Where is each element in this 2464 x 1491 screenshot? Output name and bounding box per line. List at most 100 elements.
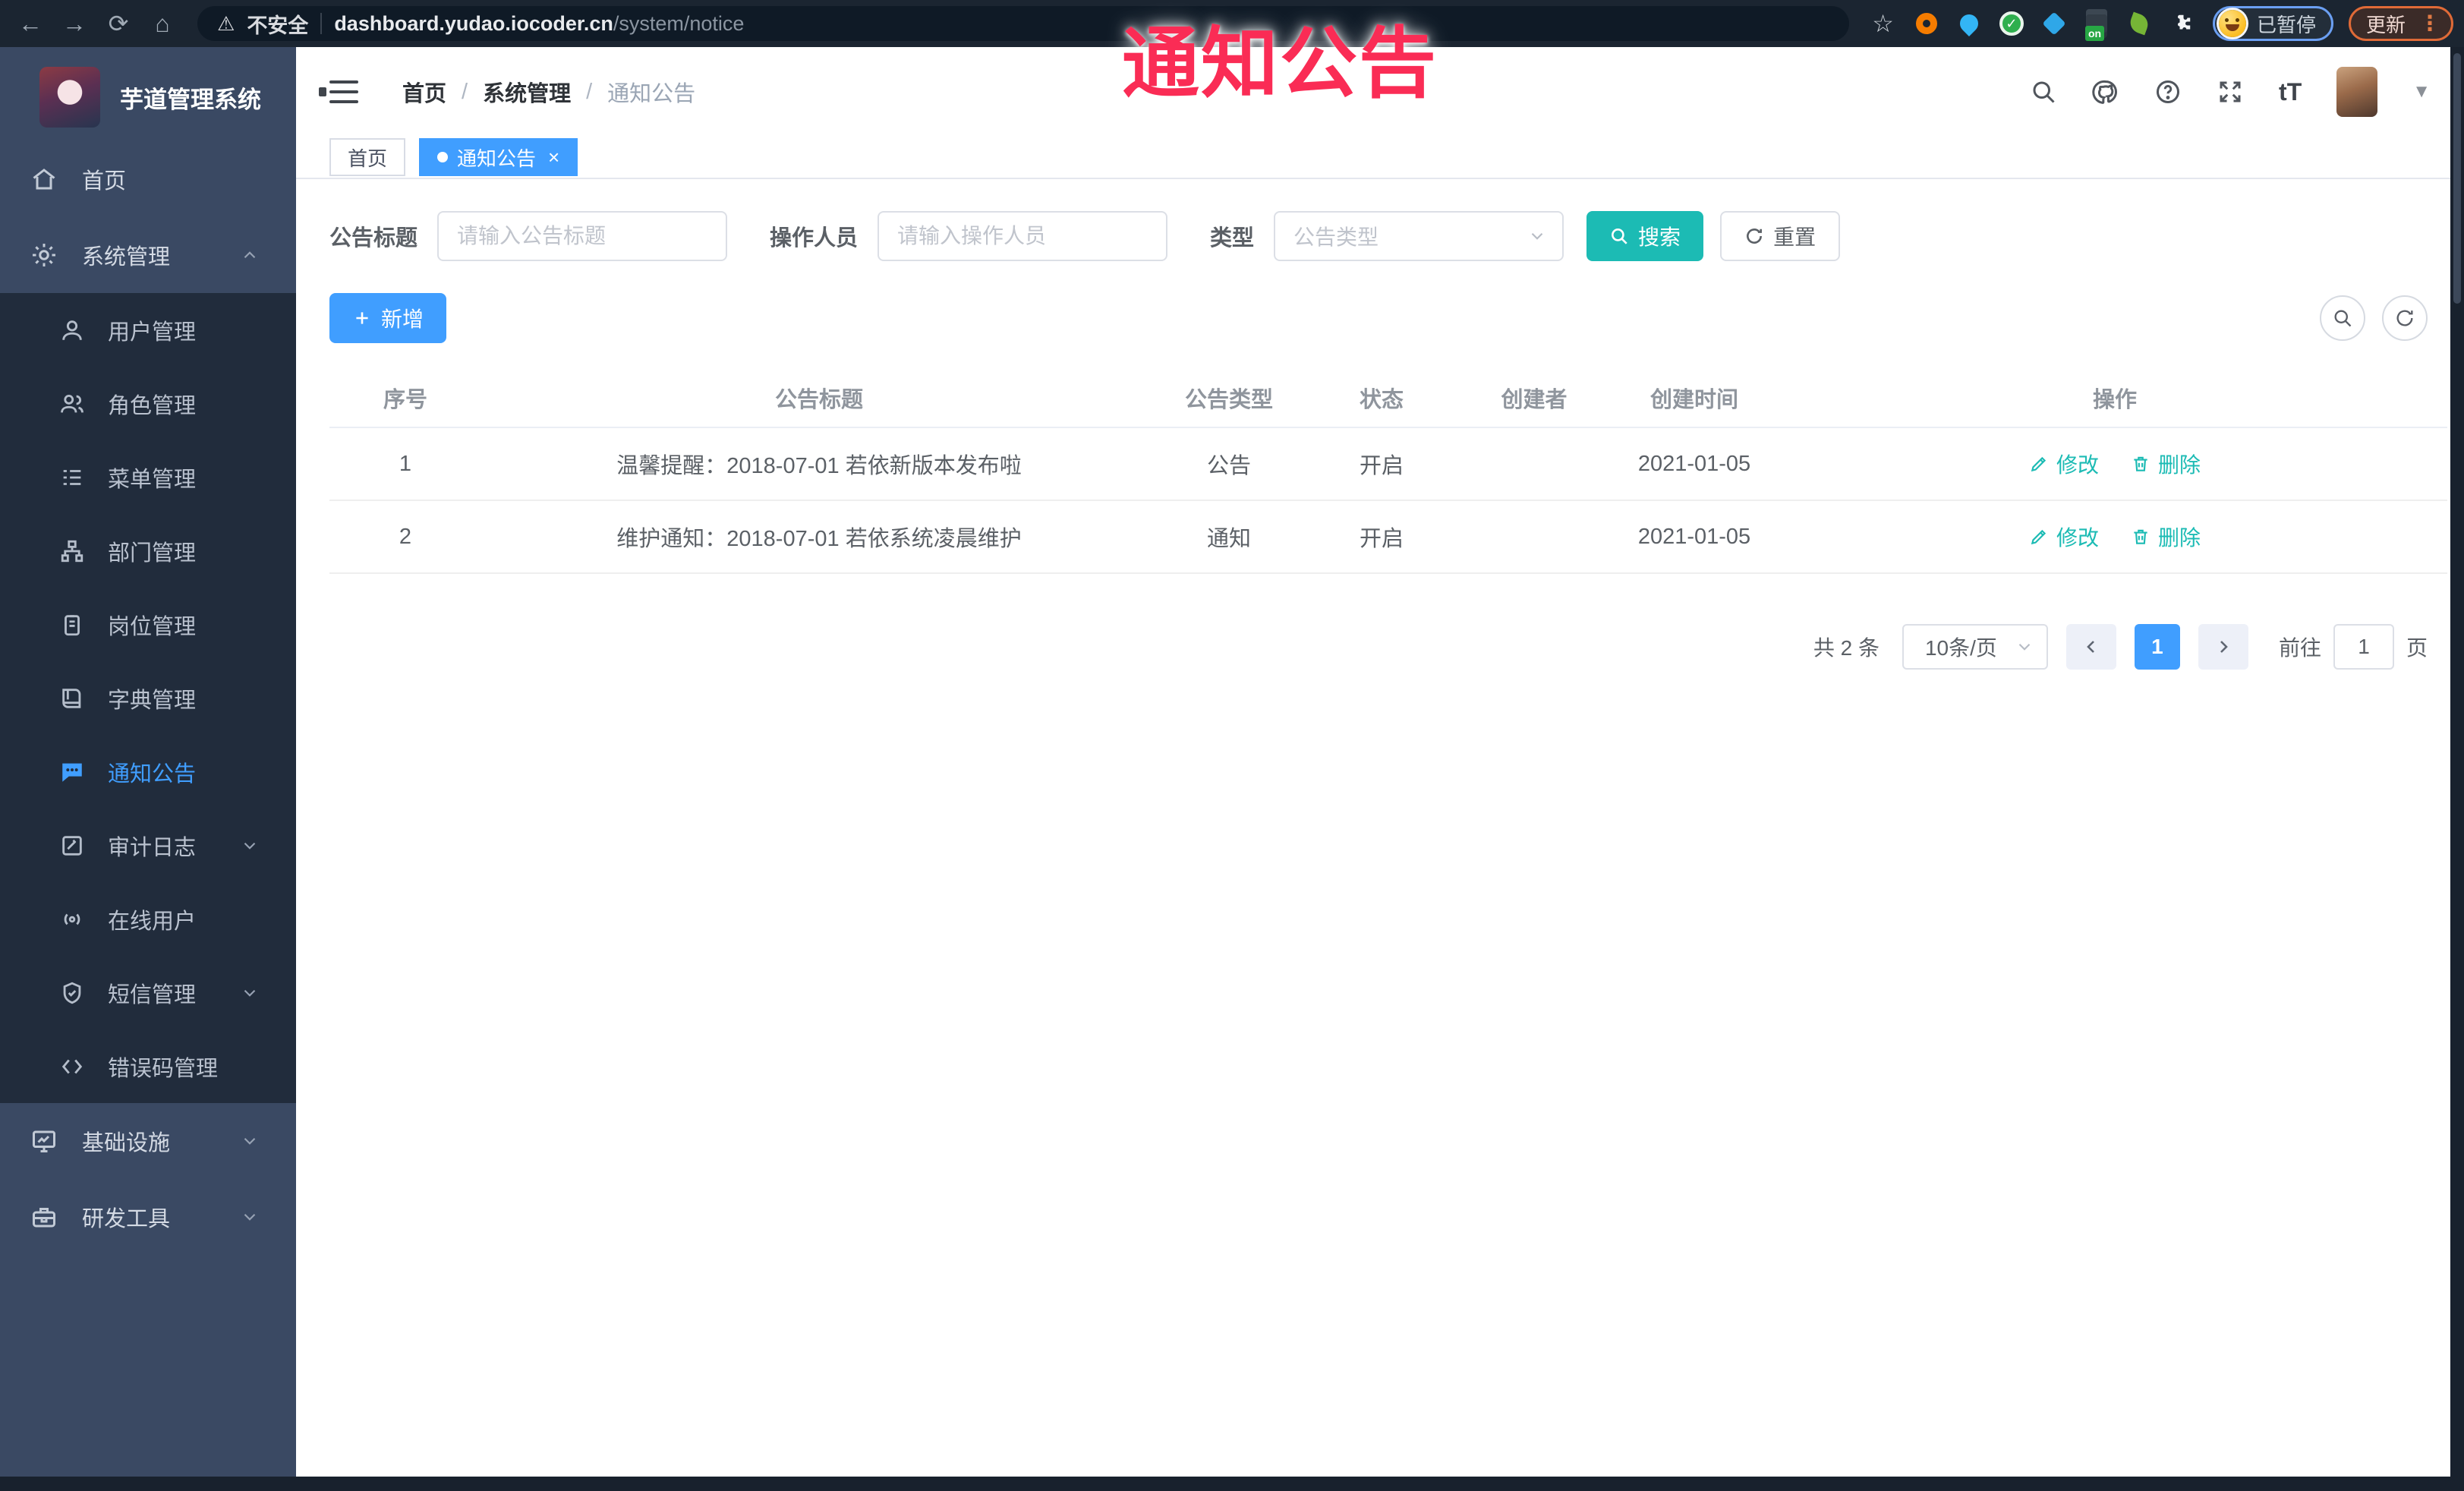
- system-submenu: 用户管理 角色管理 菜单管理 部门管理 岗位管理 字典管理 通知公告 审计日志 …: [0, 293, 296, 1103]
- book-icon: [62, 688, 81, 708]
- scrollbar-thumb[interactable]: [2453, 53, 2461, 304]
- browser-extensions: ✓ on: [1914, 11, 2195, 41]
- col-header-time: 创建时间: [1649, 388, 1738, 412]
- refresh-icon: [2396, 310, 2413, 326]
- cell-no: 2: [399, 524, 412, 549]
- tags-view-bar: 首页 通知公告 ×: [296, 137, 2464, 179]
- extensions-puzzle-icon[interactable]: [2169, 11, 2195, 36]
- goto-page-input[interactable]: [2333, 624, 2394, 670]
- col-header-creator: 创建者: [1501, 388, 1568, 412]
- sidebar-item-post-mgmt[interactable]: 岗位管理: [0, 588, 296, 661]
- type-select[interactable]: 公告类型: [1274, 211, 1564, 261]
- chevron-up-icon: [244, 251, 256, 259]
- app-logo-row[interactable]: 芋道管理系统: [0, 47, 296, 141]
- notice-table: 序号 公告标题 公告类型 状态 创建者 创建时间 操作 1 温馨提醒：2018-…: [329, 369, 2447, 574]
- vertical-scrollbar[interactable]: [2450, 47, 2464, 1477]
- security-label[interactable]: 不安全: [247, 9, 308, 39]
- page-number-active[interactable]: 1: [2134, 624, 2180, 670]
- col-header-type: 公告类型: [1184, 388, 1273, 412]
- extension-green-circle-icon[interactable]: ✓: [1999, 11, 2024, 36]
- broadcast-icon: [64, 913, 80, 925]
- sidebar-item-dept-mgmt[interactable]: 部门管理: [0, 514, 296, 588]
- sidebar-item-role-mgmt[interactable]: 角色管理: [0, 367, 296, 440]
- add-button[interactable]: 新增: [329, 293, 447, 343]
- browser-reload-icon[interactable]: ⟳: [99, 5, 138, 42]
- avatar-caret-icon[interactable]: ▼: [2412, 81, 2431, 102]
- cell-type: 公告: [1206, 454, 1251, 478]
- sidebar-item-menu-mgmt[interactable]: 菜单管理: [0, 440, 296, 514]
- refresh-table-button[interactable]: [2382, 295, 2428, 341]
- edit-button[interactable]: 修改: [2029, 449, 2099, 479]
- sidebar-item-errcode-mgmt[interactable]: 错误码管理: [0, 1029, 296, 1103]
- sidebar-item-dev-tools[interactable]: 研发工具: [0, 1179, 296, 1255]
- breadcrumb-system[interactable]: 系统管理: [483, 76, 571, 108]
- sidebar-item-infra[interactable]: 基础设施: [0, 1103, 296, 1179]
- col-header-status: 状态: [1359, 388, 1404, 412]
- table-tools: [2320, 295, 2428, 341]
- sidebar-item-audit-log[interactable]: 审计日志: [0, 809, 296, 882]
- gear-icon: [33, 244, 55, 266]
- sidebar-item-system[interactable]: 系统管理: [0, 217, 296, 293]
- extension-switch-icon[interactable]: on: [2084, 11, 2110, 41]
- sidebar-item-dict-mgmt[interactable]: 字典管理: [0, 661, 296, 735]
- font-size-icon[interactable]: tT: [2279, 78, 2302, 106]
- show-search-toggle-button[interactable]: [2320, 295, 2365, 341]
- breadcrumb-home[interactable]: 首页: [402, 76, 446, 108]
- delete-button[interactable]: 删除: [2131, 449, 2201, 479]
- security-warning-icon: ⚠: [217, 11, 235, 35]
- users-icon: [61, 394, 83, 412]
- col-header-actions: 操作: [2092, 388, 2137, 412]
- filter-operator-group: 操作人员: [770, 211, 1168, 261]
- sidebar-item-sms-mgmt[interactable]: 短信管理: [0, 956, 296, 1029]
- profile-status-label: 已暂停: [2256, 13, 2316, 36]
- tag-close-icon[interactable]: ×: [548, 147, 559, 167]
- search-form: 公告标题 操作人员 类型 公告类型 搜索: [329, 211, 2447, 261]
- browser-chrome-bar: ← → ⟳ ⌂ ⚠ 不安全 dashboard.yudao.iocoder.cn…: [0, 0, 2464, 47]
- github-icon[interactable]: [2092, 78, 2119, 106]
- table-row: 2 维护通知：2018-07-01 若依系统凌晨维护 通知 开启 2021-01…: [329, 501, 2447, 574]
- extension-blue-drop-icon[interactable]: [1955, 11, 1982, 36]
- badge-icon: [65, 614, 80, 635]
- help-icon[interactable]: [2154, 78, 2182, 106]
- extension-leaf-icon[interactable]: [2126, 11, 2152, 36]
- user-icon: [62, 320, 82, 340]
- tag-home[interactable]: 首页: [329, 138, 406, 176]
- audit-log-icon: [62, 835, 82, 856]
- reset-button[interactable]: 重置: [1720, 211, 1841, 261]
- app-logo: [39, 67, 100, 128]
- refresh-icon: [1747, 229, 1763, 244]
- page-size-select[interactable]: 10条/页: [1902, 624, 2048, 670]
- browser-profile-chip[interactable]: 已暂停: [2212, 6, 2333, 41]
- bookmark-star-icon[interactable]: ☆: [1872, 9, 1894, 38]
- browser-menu-kebab-icon[interactable]: ⋮: [2419, 12, 2440, 33]
- tag-notice-active[interactable]: 通知公告 ×: [419, 138, 578, 176]
- user-avatar[interactable]: [2336, 67, 2378, 117]
- title-filter-label: 公告标题: [329, 226, 418, 251]
- search-button[interactable]: 搜索: [1586, 211, 1704, 261]
- edit-button[interactable]: 修改: [2029, 522, 2099, 552]
- sidebar-item-online-users[interactable]: 在线用户: [0, 882, 296, 956]
- browser-update-button[interactable]: 更新 ⋮: [2348, 6, 2453, 41]
- extension-orange-ring-icon[interactable]: [1914, 11, 1939, 36]
- search-icon[interactable]: [2030, 78, 2057, 106]
- sidebar-collapse-icon[interactable]: [319, 79, 360, 105]
- sidebar-item-user-mgmt[interactable]: 用户管理: [0, 293, 296, 367]
- next-page-button[interactable]: [2198, 624, 2248, 670]
- sidebar-item-home[interactable]: 首页: [0, 141, 296, 217]
- browser-forward-icon[interactable]: →: [55, 5, 94, 42]
- prev-page-button[interactable]: [2065, 624, 2116, 670]
- fullscreen-icon[interactable]: [2217, 78, 2244, 106]
- chevron-down-icon: [2018, 643, 2031, 651]
- page-url[interactable]: dashboard.yudao.iocoder.cn/system/notice: [334, 12, 744, 36]
- title-filter-input[interactable]: [437, 211, 728, 261]
- extension-blue-gem-icon[interactable]: [2041, 11, 2067, 36]
- chevron-down-icon: [244, 989, 256, 997]
- table-header-row: 序号 公告标题 公告类型 状态 创建者 创建时间 操作: [329, 369, 2447, 428]
- delete-button[interactable]: 删除: [2131, 522, 2201, 552]
- operator-filter-input[interactable]: [878, 211, 1168, 261]
- browser-back-icon[interactable]: ←: [11, 5, 50, 42]
- sidebar-item-notice-mgmt[interactable]: 通知公告: [0, 735, 296, 809]
- cell-time: 2021-01-05: [1637, 524, 1751, 549]
- address-bar[interactable]: ⚠ 不安全 dashboard.yudao.iocoder.cn/system/…: [197, 6, 1850, 41]
- browser-home-icon[interactable]: ⌂: [143, 5, 182, 42]
